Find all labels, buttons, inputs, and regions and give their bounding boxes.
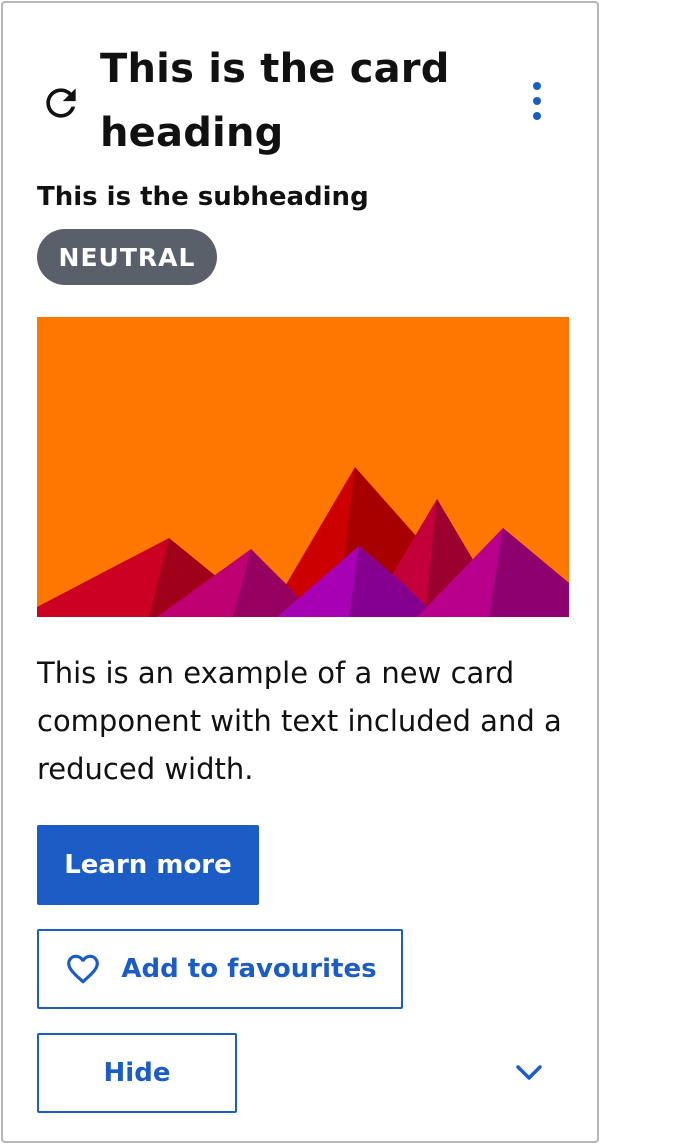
expand-button[interactable] — [507, 1053, 551, 1093]
card-heading: This is the card heading — [100, 46, 450, 156]
card-image — [37, 317, 569, 617]
card-body-text: This is an example of a new card compone… — [37, 656, 562, 786]
card: This is the card heading This is the sub… — [1, 1, 599, 1143]
heart-icon — [67, 954, 100, 984]
status-badge: NEUTRAL — [37, 229, 217, 285]
more-options-button[interactable] — [515, 77, 559, 125]
hide-button[interactable]: Hide — [37, 1033, 237, 1113]
more-vertical-icon — [533, 82, 541, 90]
chevron-down-icon — [516, 1065, 542, 1080]
add-to-favourites-label: Add to favourites — [121, 954, 377, 984]
learn-more-button[interactable]: Learn more — [37, 825, 259, 905]
card-subheading: This is the subheading — [37, 182, 369, 212]
add-to-favourites-button[interactable]: Add to favourites — [37, 929, 403, 1009]
refresh-icon[interactable] — [39, 81, 83, 125]
